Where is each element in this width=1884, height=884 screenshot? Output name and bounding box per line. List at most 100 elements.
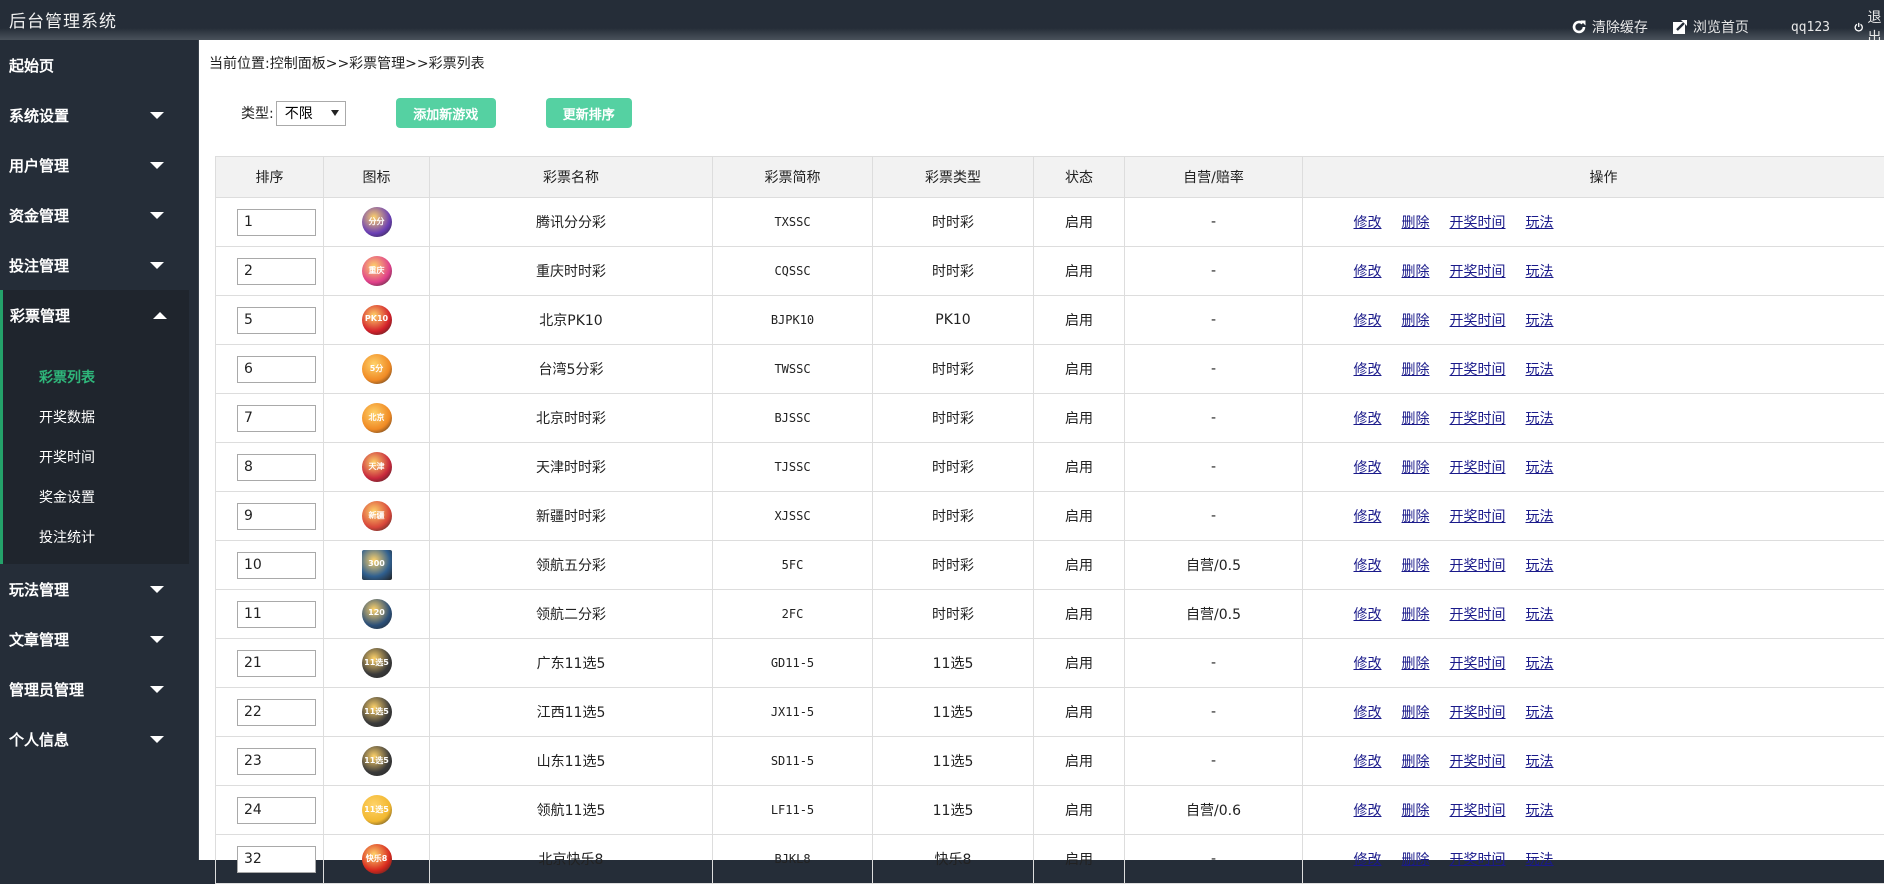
delete-link[interactable]: 删除 bbox=[1402, 362, 1430, 378]
update-sort-button[interactable]: 更新排序 bbox=[546, 98, 632, 128]
cell-code: GD11-5 bbox=[713, 639, 873, 688]
delete-link[interactable]: 删除 bbox=[1402, 803, 1430, 819]
order-input[interactable] bbox=[237, 601, 316, 628]
edit-link[interactable]: 修改 bbox=[1354, 656, 1382, 672]
add-game-button[interactable]: 添加新游戏 bbox=[396, 98, 496, 128]
sidebar-item-label: 起始页 bbox=[9, 55, 54, 76]
delete-link[interactable]: 删除 bbox=[1402, 754, 1430, 770]
draw-time-link[interactable]: 开奖时间 bbox=[1450, 803, 1506, 819]
order-input[interactable] bbox=[237, 356, 316, 383]
order-input[interactable] bbox=[237, 454, 316, 481]
type-filter-select[interactable]: 不限 bbox=[276, 101, 346, 126]
order-input[interactable] bbox=[237, 650, 316, 677]
draw-time-link[interactable]: 开奖时间 bbox=[1450, 607, 1506, 623]
edit-link[interactable]: 修改 bbox=[1354, 754, 1382, 770]
play-link[interactable]: 玩法 bbox=[1526, 264, 1554, 280]
sidebar-subitem-draw-data[interactable]: 开奖数据 bbox=[3, 398, 189, 438]
play-link[interactable]: 玩法 bbox=[1526, 705, 1554, 721]
cell-order bbox=[216, 198, 324, 247]
play-link[interactable]: 玩法 bbox=[1526, 362, 1554, 378]
cell-actions: 修改 删除 开奖时间 玩法 bbox=[1303, 688, 1884, 737]
cell-order bbox=[216, 786, 324, 835]
delete-link[interactable]: 删除 bbox=[1402, 264, 1430, 280]
order-input[interactable] bbox=[237, 405, 316, 432]
sidebar-item-home[interactable]: 起始页 bbox=[0, 40, 198, 90]
sidebar-item-user-management[interactable]: 用户管理 bbox=[0, 140, 198, 190]
draw-time-link[interactable]: 开奖时间 bbox=[1450, 705, 1506, 721]
order-input[interactable] bbox=[237, 503, 316, 530]
draw-time-link[interactable]: 开奖时间 bbox=[1450, 264, 1506, 280]
order-input[interactable] bbox=[237, 307, 316, 334]
edit-link[interactable]: 修改 bbox=[1354, 607, 1382, 623]
draw-time-link[interactable]: 开奖时间 bbox=[1450, 313, 1506, 329]
draw-time-link[interactable]: 开奖时间 bbox=[1450, 215, 1506, 231]
draw-time-link[interactable]: 开奖时间 bbox=[1450, 852, 1506, 868]
draw-time-link[interactable]: 开奖时间 bbox=[1450, 460, 1506, 476]
browse-home-button[interactable]: 浏览首页 bbox=[1672, 17, 1749, 37]
sidebar-subitem-prize-settings[interactable]: 奖金设置 bbox=[3, 478, 189, 518]
edit-link[interactable]: 修改 bbox=[1354, 460, 1382, 476]
play-link[interactable]: 玩法 bbox=[1526, 803, 1554, 819]
delete-link[interactable]: 删除 bbox=[1402, 460, 1430, 476]
delete-link[interactable]: 删除 bbox=[1402, 607, 1430, 623]
sidebar-item-article-management[interactable]: 文章管理 bbox=[0, 614, 198, 664]
order-input[interactable] bbox=[237, 258, 316, 285]
edit-link[interactable]: 修改 bbox=[1354, 411, 1382, 427]
play-link[interactable]: 玩法 bbox=[1526, 656, 1554, 672]
order-input[interactable] bbox=[237, 552, 316, 579]
sidebar-item-label: 资金管理 bbox=[9, 205, 69, 226]
draw-time-link[interactable]: 开奖时间 bbox=[1450, 411, 1506, 427]
delete-link[interactable]: 删除 bbox=[1402, 313, 1430, 329]
edit-link[interactable]: 修改 bbox=[1354, 705, 1382, 721]
delete-link[interactable]: 删除 bbox=[1402, 656, 1430, 672]
draw-time-link[interactable]: 开奖时间 bbox=[1450, 656, 1506, 672]
play-link[interactable]: 玩法 bbox=[1526, 411, 1554, 427]
cell-status: 启用 bbox=[1034, 247, 1125, 296]
order-input[interactable] bbox=[237, 797, 316, 824]
order-input[interactable] bbox=[237, 748, 316, 775]
draw-time-link[interactable]: 开奖时间 bbox=[1450, 754, 1506, 770]
order-input[interactable] bbox=[237, 209, 316, 236]
play-link[interactable]: 玩法 bbox=[1526, 754, 1554, 770]
order-input[interactable] bbox=[237, 846, 316, 873]
sidebar-item-personal-info[interactable]: 个人信息 bbox=[0, 714, 198, 764]
edit-link[interactable]: 修改 bbox=[1354, 509, 1382, 525]
delete-link[interactable]: 删除 bbox=[1402, 705, 1430, 721]
sidebar-item-admin-management[interactable]: 管理员管理 bbox=[0, 664, 198, 714]
edit-link[interactable]: 修改 bbox=[1354, 558, 1382, 574]
delete-link[interactable]: 删除 bbox=[1402, 215, 1430, 231]
draw-time-link[interactable]: 开奖时间 bbox=[1450, 509, 1506, 525]
play-link[interactable]: 玩法 bbox=[1526, 852, 1554, 868]
edit-link[interactable]: 修改 bbox=[1354, 803, 1382, 819]
edit-link[interactable]: 修改 bbox=[1354, 313, 1382, 329]
play-link[interactable]: 玩法 bbox=[1526, 460, 1554, 476]
chevron-down-icon bbox=[150, 262, 164, 269]
play-link[interactable]: 玩法 bbox=[1526, 607, 1554, 623]
draw-time-link[interactable]: 开奖时间 bbox=[1450, 558, 1506, 574]
delete-link[interactable]: 删除 bbox=[1402, 852, 1430, 868]
play-link[interactable]: 玩法 bbox=[1526, 215, 1554, 231]
sidebar-item-lottery-management[interactable]: 彩票管理 bbox=[3, 290, 189, 340]
edit-link[interactable]: 修改 bbox=[1354, 852, 1382, 868]
play-link[interactable]: 玩法 bbox=[1526, 509, 1554, 525]
edit-link[interactable]: 修改 bbox=[1354, 215, 1382, 231]
play-link[interactable]: 玩法 bbox=[1526, 558, 1554, 574]
sidebar-item-system-settings[interactable]: 系统设置 bbox=[0, 90, 198, 140]
delete-link[interactable]: 删除 bbox=[1402, 509, 1430, 525]
sidebar-subitem-bet-statistics[interactable]: 投注统计 bbox=[3, 518, 189, 558]
sidebar-subitem-lottery-list[interactable]: 彩票列表 bbox=[3, 358, 189, 398]
sidebar-subitem-draw-time[interactable]: 开奖时间 bbox=[3, 438, 189, 478]
sidebar-item-fund-management[interactable]: 资金管理 bbox=[0, 190, 198, 240]
sidebar-item-play-management[interactable]: 玩法管理 bbox=[0, 564, 198, 614]
sidebar-item-bet-management[interactable]: 投注管理 bbox=[0, 240, 198, 290]
clear-cache-button[interactable]: 清除缓存 bbox=[1571, 17, 1648, 37]
delete-link[interactable]: 删除 bbox=[1402, 558, 1430, 574]
draw-time-link[interactable]: 开奖时间 bbox=[1450, 362, 1506, 378]
delete-link[interactable]: 删除 bbox=[1402, 411, 1430, 427]
order-input[interactable] bbox=[237, 699, 316, 726]
edit-link[interactable]: 修改 bbox=[1354, 264, 1382, 280]
gd115-logo-icon: 11选5 bbox=[362, 648, 392, 678]
cell-order bbox=[216, 541, 324, 590]
edit-link[interactable]: 修改 bbox=[1354, 362, 1382, 378]
play-link[interactable]: 玩法 bbox=[1526, 313, 1554, 329]
